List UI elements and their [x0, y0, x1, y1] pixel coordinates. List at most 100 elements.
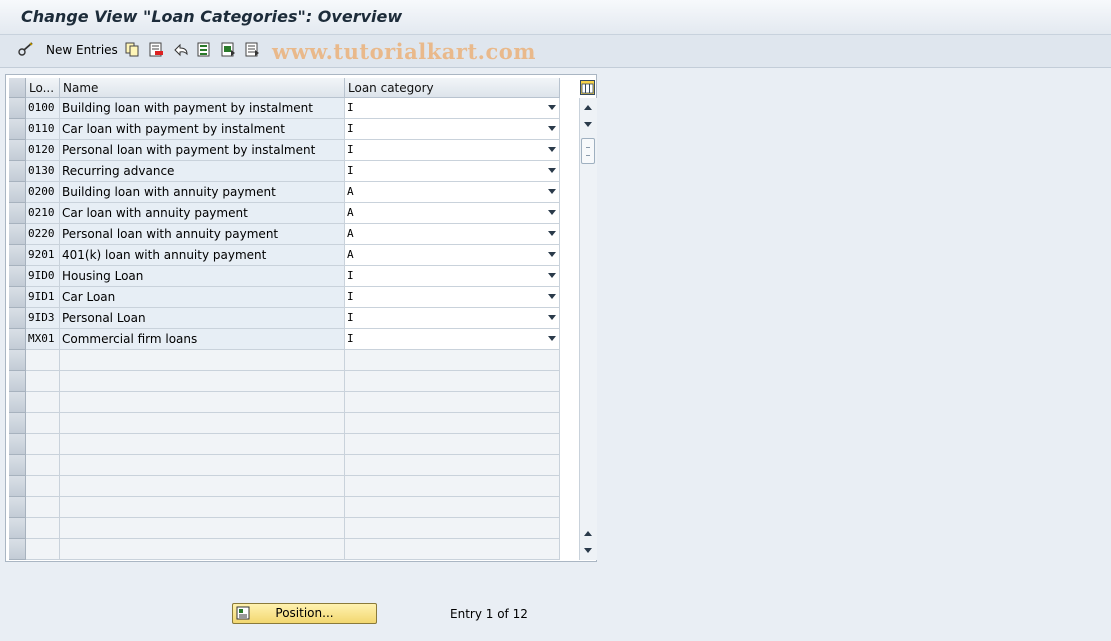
- copy-icon[interactable]: [124, 41, 141, 58]
- scroll-down-icon[interactable]: [584, 122, 592, 127]
- empty-cell: [345, 350, 560, 371]
- column-header-code[interactable]: Lo...: [26, 78, 60, 98]
- cell-loan-name: Personal loan with payment by instalment: [60, 140, 345, 161]
- position-button[interactable]: Position...: [232, 603, 377, 624]
- cell-loan-code: 9ID1: [26, 287, 60, 308]
- cell-loan-category-text: A: [347, 227, 354, 240]
- cell-loan-category[interactable]: I: [345, 98, 560, 119]
- dropdown-arrow-icon[interactable]: [548, 210, 556, 215]
- cell-loan-category[interactable]: A: [345, 182, 560, 203]
- row-selector[interactable]: [9, 287, 26, 308]
- column-header-loan-category[interactable]: Loan category: [345, 78, 560, 98]
- vertical-scrollbar[interactable]: [579, 98, 597, 560]
- cell-loan-name-text: Personal loan with annuity payment: [62, 227, 279, 241]
- dropdown-arrow-icon[interactable]: [548, 294, 556, 299]
- row-selector[interactable]: [9, 119, 26, 140]
- cell-loan-name: Personal Loan: [60, 308, 345, 329]
- dropdown-arrow-icon[interactable]: [548, 252, 556, 257]
- row-selector[interactable]: [9, 392, 26, 413]
- cell-loan-name: Personal loan with annuity payment: [60, 224, 345, 245]
- cell-loan-category[interactable]: I: [345, 287, 560, 308]
- cell-loan-category-text: I: [347, 122, 354, 135]
- scroll-page-down-icon[interactable]: [584, 548, 592, 553]
- dropdown-arrow-icon[interactable]: [548, 231, 556, 236]
- cell-loan-name-text: Car loan with annuity payment: [62, 206, 248, 220]
- cell-loan-code-text: 9ID3: [28, 311, 55, 324]
- dropdown-arrow-icon[interactable]: [548, 168, 556, 173]
- row-selector[interactable]: [9, 497, 26, 518]
- cell-loan-category[interactable]: A: [345, 203, 560, 224]
- row-selector[interactable]: [9, 182, 26, 203]
- cell-loan-name: 401(k) loan with annuity payment: [60, 245, 345, 266]
- undo-icon[interactable]: [172, 41, 189, 58]
- cell-loan-category-text: A: [347, 248, 354, 261]
- cell-loan-category-text: I: [347, 290, 354, 303]
- cell-loan-code: 0100: [26, 98, 60, 119]
- empty-cell: [60, 539, 345, 560]
- empty-cell: [26, 518, 60, 539]
- empty-cell: [60, 434, 345, 455]
- row-selector[interactable]: [9, 308, 26, 329]
- row-selector[interactable]: [9, 518, 26, 539]
- cell-loan-code-text: 9ID1: [28, 290, 55, 303]
- cell-loan-name-text: Building loan with payment by instalment: [62, 101, 313, 115]
- empty-cell: [345, 539, 560, 560]
- cell-loan-category[interactable]: I: [345, 140, 560, 161]
- row-selector[interactable]: [9, 329, 26, 350]
- empty-cell: [60, 518, 345, 539]
- select-all-rows-button[interactable]: [9, 78, 26, 98]
- row-selector[interactable]: [9, 140, 26, 161]
- row-selector[interactable]: [9, 203, 26, 224]
- row-selector[interactable]: [9, 434, 26, 455]
- cell-loan-code: 9201: [26, 245, 60, 266]
- dropdown-arrow-icon[interactable]: [548, 189, 556, 194]
- glasses-pencil-icon[interactable]: [17, 41, 34, 58]
- cell-loan-category[interactable]: A: [345, 224, 560, 245]
- row-selector[interactable]: [9, 371, 26, 392]
- cell-loan-category[interactable]: I: [345, 329, 560, 350]
- empty-cell: [345, 413, 560, 434]
- dropdown-arrow-icon[interactable]: [548, 315, 556, 320]
- cell-loan-category[interactable]: I: [345, 161, 560, 182]
- cell-loan-code: 0220: [26, 224, 60, 245]
- cell-loan-category[interactable]: I: [345, 119, 560, 140]
- cell-loan-category[interactable]: I: [345, 308, 560, 329]
- row-selector[interactable]: [9, 413, 26, 434]
- cell-loan-name: Car Loan: [60, 287, 345, 308]
- cell-loan-name: Building loan with annuity payment: [60, 182, 345, 203]
- empty-cell: [26, 455, 60, 476]
- scroll-up-icon[interactable]: [584, 105, 592, 110]
- deselect-all-icon[interactable]: [244, 41, 261, 58]
- cell-loan-code: 0120: [26, 140, 60, 161]
- row-selector[interactable]: [9, 455, 26, 476]
- row-selector[interactable]: [9, 476, 26, 497]
- row-selector[interactable]: [9, 245, 26, 266]
- page-title: Change View "Loan Categories": Overview: [21, 7, 403, 26]
- dropdown-arrow-icon[interactable]: [548, 126, 556, 131]
- row-selector[interactable]: [9, 224, 26, 245]
- cell-loan-name: Housing Loan: [60, 266, 345, 287]
- column-header-name[interactable]: Name: [60, 78, 345, 98]
- empty-cell: [26, 476, 60, 497]
- empty-cell: [345, 455, 560, 476]
- dropdown-arrow-icon[interactable]: [548, 336, 556, 341]
- cell-loan-category[interactable]: I: [345, 266, 560, 287]
- select-all-icon[interactable]: [196, 41, 213, 58]
- scroll-thumb[interactable]: [581, 138, 595, 164]
- row-selector[interactable]: [9, 350, 26, 371]
- dropdown-arrow-icon[interactable]: [548, 147, 556, 152]
- dropdown-arrow-icon[interactable]: [548, 105, 556, 110]
- row-selector[interactable]: [9, 98, 26, 119]
- dropdown-arrow-icon[interactable]: [548, 273, 556, 278]
- cell-loan-category[interactable]: A: [345, 245, 560, 266]
- row-selector[interactable]: [9, 539, 26, 560]
- select-block-icon[interactable]: [220, 41, 237, 58]
- scroll-page-up-icon[interactable]: [584, 531, 592, 536]
- delete-icon[interactable]: [148, 41, 165, 58]
- table-settings-icon[interactable]: [579, 78, 596, 97]
- cell-loan-code-text: 0220: [28, 227, 55, 240]
- empty-cell: [26, 371, 60, 392]
- new-entries-button[interactable]: New Entries: [46, 43, 118, 57]
- row-selector[interactable]: [9, 266, 26, 287]
- row-selector[interactable]: [9, 161, 26, 182]
